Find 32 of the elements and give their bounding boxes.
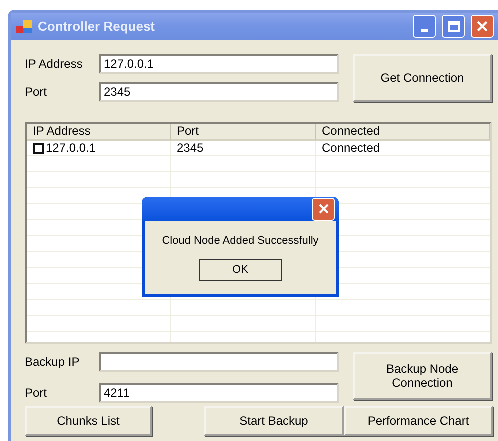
minimize-button[interactable] [413,15,436,38]
column-header[interactable]: IP Address [27,124,171,141]
get-connection-button[interactable]: Get Connection [353,54,492,102]
backup-ip-field[interactable] [99,352,339,372]
port-field[interactable]: 2345 [99,82,339,102]
table-cell-text: Connected [321,141,382,155]
row-checkbox[interactable] [33,142,44,154]
port-label: Port [25,85,48,99]
action-button[interactable]: Start Backup [204,406,344,436]
ok-button[interactable]: OK [199,259,282,281]
table-cell: 127.0.0.1 [46,141,96,155]
backup-ip-label: Backup IP [25,355,81,369]
ip-address-label: IP Address [25,57,84,71]
port-label: Port [25,386,48,400]
backup-node-connection-button[interactable]: Backup Node Connection [353,352,492,400]
table-cell-text: 2345 [176,141,205,155]
column-header[interactable]: Port [171,124,316,141]
dialog-close-button[interactable] [312,198,335,220]
action-button[interactable]: Chunks List [25,406,152,436]
maximize-icon [448,21,460,32]
window-title: Controller Request [38,19,156,34]
action-button[interactable]: Performance Chart [344,406,493,436]
close-icon [477,21,488,32]
maximize-button[interactable] [442,15,465,38]
app-icon [16,20,32,34]
close-button[interactable] [471,15,494,38]
column-header[interactable]: Connected [316,124,490,141]
dialog-message: Cloud Node Added Successfully [162,235,319,247]
minimize-icon [421,28,428,32]
close-icon [318,204,328,214]
backup-port-field[interactable]: 4211 [99,383,339,403]
ip-address-field[interactable]: 127.0.0.1 [99,54,339,74]
